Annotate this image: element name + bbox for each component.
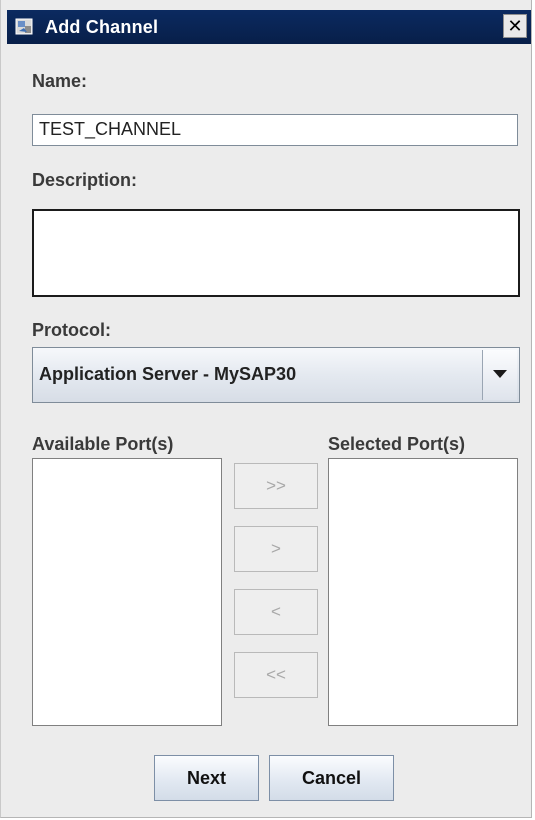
dropdown-arrow-button[interactable] (482, 350, 517, 400)
description-field[interactable] (32, 209, 520, 297)
close-icon: ✕ (507, 16, 523, 36)
add-all-button[interactable]: >> (234, 463, 318, 509)
title-bar[interactable]: Add Channel ✕ (7, 10, 531, 44)
selected-ports-label: Selected Port(s) (328, 434, 466, 454)
available-ports-label: Available Port(s) (32, 434, 174, 454)
remove-all-button[interactable]: << (234, 652, 318, 698)
chevron-down-icon (493, 366, 507, 384)
close-button[interactable]: ✕ (503, 14, 527, 38)
next-button[interactable]: Next (154, 755, 259, 801)
name-label: Name: (32, 71, 88, 91)
name-field[interactable]: TEST_CHANNEL (32, 114, 518, 146)
add-button[interactable]: > (234, 526, 318, 572)
cancel-button[interactable]: Cancel (269, 755, 394, 801)
window-title: Add Channel (45, 17, 159, 37)
protocol-label: Protocol: (32, 320, 111, 340)
app-window-icon (15, 17, 35, 37)
selected-ports-list[interactable] (328, 458, 518, 726)
remove-button[interactable]: < (234, 589, 318, 635)
protocol-selected-value: Application Server - MySAP30 (39, 364, 297, 384)
description-label: Description: (32, 170, 138, 190)
add-channel-dialog: Add Channel ✕ Name: TEST_CHANNEL Descrip… (0, 0, 532, 818)
protocol-dropdown[interactable]: Application Server - MySAP30 (32, 347, 520, 403)
available-ports-list[interactable] (32, 458, 222, 726)
